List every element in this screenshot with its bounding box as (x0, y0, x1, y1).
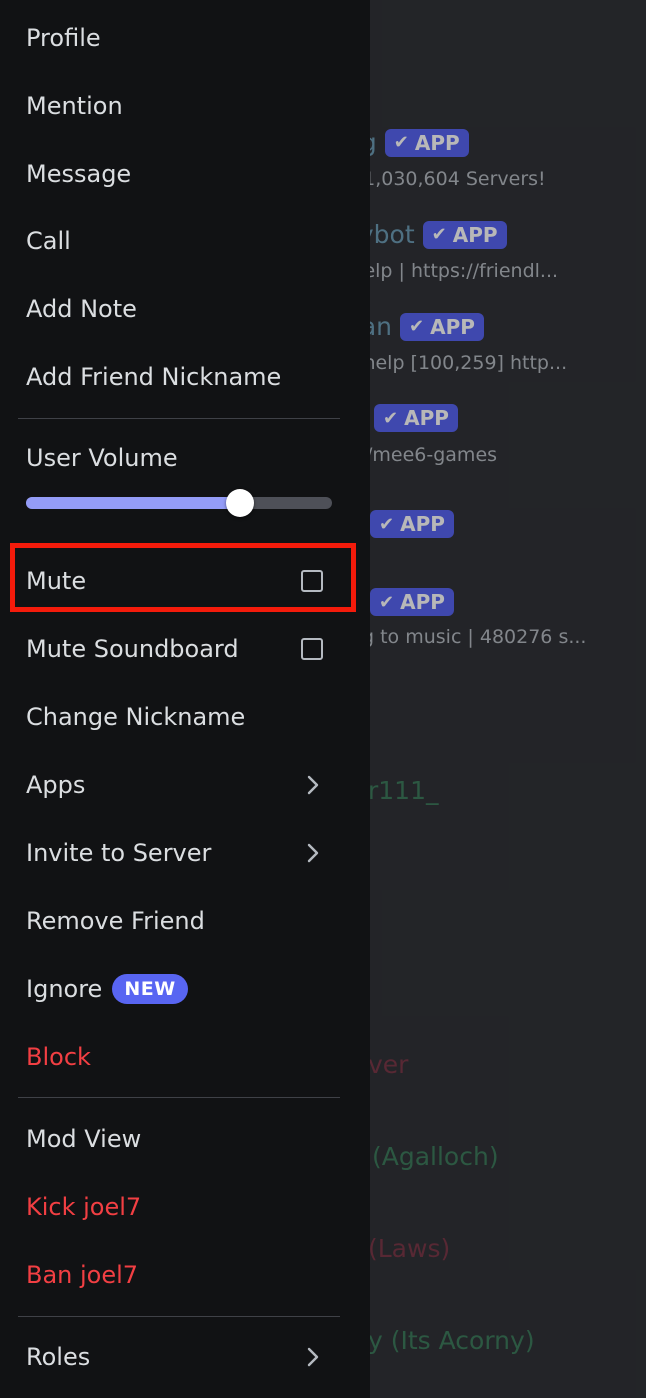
check-icon: ✔ (379, 591, 395, 613)
menu-item-profile[interactable]: Profile (0, 8, 370, 68)
check-icon: ✔ (393, 132, 409, 153)
chevron-right-icon (307, 1347, 319, 1367)
menu-divider (18, 1316, 340, 1317)
member-name[interactable]: (Laws) (368, 1234, 450, 1263)
app-badge: ✔ APP (384, 128, 469, 157)
app-badge: ✔ APP (400, 312, 484, 341)
member-name[interactable]: r111_ (368, 776, 439, 805)
menu-divider (18, 418, 340, 419)
member-status: h/help [100,259] http... (345, 352, 568, 374)
menu-item-kick[interactable]: Kick joel7 (0, 1177, 370, 1237)
slider-fill (26, 497, 240, 509)
user-volume-label: User Volume (26, 444, 178, 472)
member-name[interactable]: ver (368, 1050, 408, 1079)
menu-item-message[interactable]: Message (0, 144, 370, 204)
menu-item-change-nickname[interactable]: Change Nickname (0, 687, 370, 747)
app-badge: ✔ APP (370, 510, 454, 538)
check-icon: ✔ (431, 224, 447, 245)
member-row[interactable]: ✔ APP (362, 510, 454, 538)
menu-item-roles[interactable]: Roles (0, 1327, 370, 1387)
member-status: g to music | 480276 s... (362, 626, 587, 648)
menu-item-ignore[interactable]: Ignore NEW (0, 959, 370, 1019)
member-row[interactable]: ✔ APP /mee6-games (366, 404, 497, 466)
member-status: /mee6-games (366, 444, 498, 466)
app-badge: ✔ APP (374, 404, 458, 432)
menu-item-ban[interactable]: Ban joel7 (0, 1245, 370, 1305)
menu-item-add-note[interactable]: Add Note (0, 279, 370, 339)
member-row[interactable]: ✔ APP g to music | 480276 s... (362, 588, 586, 648)
check-icon: ✔ (383, 407, 399, 429)
menu-item-mod-view[interactable]: Mod View (0, 1109, 370, 1169)
new-badge: NEW (112, 974, 188, 1004)
menu-item-mention[interactable]: Mention (0, 76, 370, 136)
member-name[interactable]: (Agalloch) (372, 1142, 499, 1171)
chevron-right-icon (307, 843, 319, 863)
menu-item-mute-soundboard[interactable]: Mute Soundboard (0, 619, 370, 679)
menu-divider (18, 1097, 340, 1098)
check-icon: ✔ (409, 316, 425, 337)
member-status: g 1,030,604 Servers! (345, 168, 546, 190)
menu-item-apps[interactable]: Apps (0, 755, 370, 815)
member-name[interactable]: y (Its Acorny) (368, 1326, 535, 1355)
chevron-right-icon (307, 775, 319, 795)
slider-handle[interactable] (226, 489, 254, 517)
menu-item-mute[interactable]: Mute (0, 551, 370, 611)
app-badge: ✔ APP (422, 220, 507, 249)
mute-checkbox[interactable] (301, 570, 323, 592)
menu-item-add-friend-nickname[interactable]: Add Friend Nickname (0, 347, 370, 407)
app-badge: ✔ APP (370, 588, 454, 616)
user-context-menu: Profile Mention Message Call Add Note Ad… (0, 0, 370, 1398)
menu-item-call[interactable]: Call (0, 211, 370, 271)
menu-item-block[interactable]: Block (0, 1027, 370, 1087)
mute-soundboard-checkbox[interactable] (301, 638, 323, 660)
menu-item-invite-to-server[interactable]: Invite to Server (0, 823, 370, 883)
member-status: /help | https://friendl... (345, 260, 559, 282)
check-icon: ✔ (379, 513, 395, 535)
menu-item-remove-friend[interactable]: Remove Friend (0, 891, 370, 951)
user-volume-slider[interactable] (26, 489, 332, 517)
